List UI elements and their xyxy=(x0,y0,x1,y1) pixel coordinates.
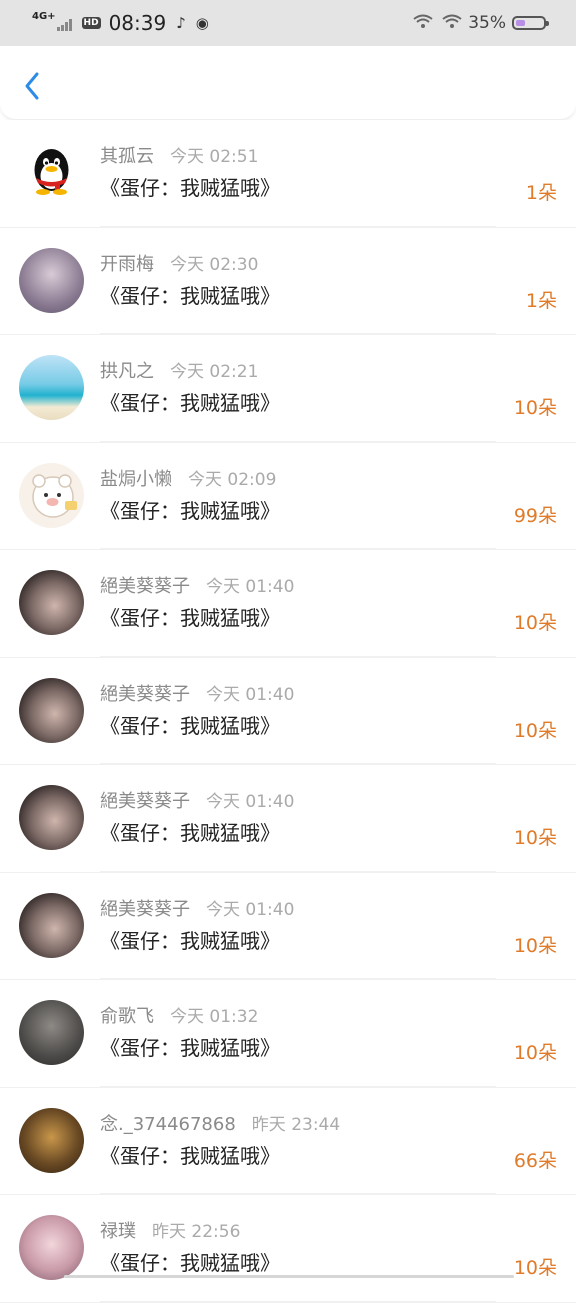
user-name: 絕美葵葵子 xyxy=(100,791,190,812)
status-right: 35% xyxy=(404,13,549,33)
user-name: 其孤云 xyxy=(100,146,154,167)
battery-icon xyxy=(512,16,549,30)
item-meta: 絕美葵葵子 今天 01:40 xyxy=(100,572,294,598)
chevron-left-icon xyxy=(25,72,39,100)
timestamp: 今天 01:40 xyxy=(206,899,295,920)
weibo-icon: ◉ xyxy=(195,14,209,32)
timestamp: 昨天 22:56 xyxy=(152,1222,241,1242)
avatar[interactable] xyxy=(19,140,84,205)
timestamp: 今天 01:40 xyxy=(206,792,295,812)
item-title: 《蛋仔：我贼猛哦》 xyxy=(100,498,280,523)
avatar[interactable] xyxy=(19,1215,84,1280)
item-title: 《蛋仔：我贼猛哦》 xyxy=(100,1036,280,1060)
gift-amount: 99朵 xyxy=(513,504,557,527)
list-item[interactable]: 絕美葵葵子 今天 01:40 《蛋仔：我贼猛哦》 10朵 xyxy=(0,657,576,765)
status-bar: 4G+ HD 08:39 ♪ ◉ 35% xyxy=(0,0,576,46)
nav-bar xyxy=(0,46,576,120)
status-left: 4G+ HD 08:39 ♪ ◉ xyxy=(32,11,209,35)
item-meta: 絕美葵葵子 今天 01:40 xyxy=(100,787,294,813)
timestamp: 今天 02:51 xyxy=(170,147,259,167)
item-meta: 其孤云 今天 02:51 xyxy=(100,142,258,168)
list-item[interactable]: 其孤云 今天 02:51 《蛋仔：我贼猛哦》 1朵 xyxy=(0,120,576,228)
timestamp: 今天 01:40 xyxy=(206,684,295,705)
gift-amount: 66朵 xyxy=(513,1149,557,1172)
avatar[interactable] xyxy=(19,785,84,850)
user-name: 念._374467868 xyxy=(100,1113,236,1135)
avatar[interactable] xyxy=(19,1000,84,1065)
gift-amount: 10朵 xyxy=(513,612,557,634)
item-title: 《蛋仔：我贼猛哦》 xyxy=(100,176,280,200)
user-name: 絕美葵葵子 xyxy=(100,898,190,920)
item-meta: 盐焗小懒 今天 02:09 xyxy=(100,465,276,491)
network-type: 4G+ xyxy=(32,11,56,22)
gift-amount: 10朵 xyxy=(513,719,557,742)
item-meta: 絕美葵葵子 今天 01:40 xyxy=(100,895,294,921)
timestamp: 今天 02:21 xyxy=(170,362,259,382)
tiktok-icon: ♪ xyxy=(176,14,186,32)
item-meta: 俞歌飞 今天 01:32 xyxy=(100,1002,258,1028)
gift-amount: 10朵 xyxy=(513,1042,557,1064)
user-name: 拱凡之 xyxy=(100,361,154,382)
item-title: 《蛋仔：我贼猛哦》 xyxy=(100,283,280,308)
gift-amount: 1朵 xyxy=(525,182,557,204)
hd-badge: HD xyxy=(81,17,101,29)
timestamp: 今天 02:09 xyxy=(188,469,277,490)
list-item[interactable]: 盐焗小懒 今天 02:09 《蛋仔：我贼猛哦》 99朵 xyxy=(0,442,576,550)
signal-icon xyxy=(56,19,72,31)
list-item[interactable]: 拱凡之 今天 02:21 《蛋仔：我贼猛哦》 10朵 xyxy=(0,335,576,443)
user-name: 禄璞 xyxy=(100,1221,136,1242)
user-name: 俞歌飞 xyxy=(100,1006,154,1027)
item-title: 《蛋仔：我贼猛哦》 xyxy=(100,821,280,845)
avatar[interactable] xyxy=(19,462,84,528)
gift-amount: 10朵 xyxy=(513,397,557,419)
user-name: 盐焗小懒 xyxy=(100,468,172,490)
gift-amount: 10朵 xyxy=(513,827,557,849)
item-meta: 絕美葵葵子 今天 01:40 xyxy=(100,680,294,706)
avatar[interactable] xyxy=(19,355,84,420)
avatar[interactable] xyxy=(19,892,84,958)
list-item[interactable]: 开雨梅 今天 02:30 《蛋仔：我贼猛哦》 1朵 xyxy=(0,227,576,335)
gift-amount: 1朵 xyxy=(525,289,557,312)
item-title: 《蛋仔：我贼猛哦》 xyxy=(100,713,280,738)
item-title: 《蛋仔：我贼猛哦》 xyxy=(100,928,280,953)
timestamp: 今天 02:30 xyxy=(170,254,259,275)
timestamp: 昨天 23:44 xyxy=(251,1114,341,1135)
gift-list: 其孤云 今天 02:51 《蛋仔：我贼猛哦》 1朵 开雨梅 今天 02:30 《蛋仔：我贼猛… xyxy=(0,120,576,1303)
battery-percent: 35% xyxy=(468,13,506,33)
user-name: 絕美葵葵子 xyxy=(100,576,190,597)
timestamp: 今天 01:32 xyxy=(170,1007,259,1027)
avatar[interactable] xyxy=(19,677,84,743)
avatar[interactable] xyxy=(19,247,84,313)
list-item[interactable]: 絕美葵葵子 今天 01:40 《蛋仔：我贼猛哦》 10朵 xyxy=(0,872,576,980)
item-meta: 拱凡之 今天 02:21 xyxy=(100,357,258,383)
item-title: 《蛋仔：我贼猛哦》 xyxy=(100,1143,280,1168)
wifi-calling-icon xyxy=(412,13,434,33)
user-name: 絕美葵葵子 xyxy=(100,683,190,705)
avatar[interactable] xyxy=(19,570,84,635)
item-title: 《蛋仔：我贼猛哦》 xyxy=(100,391,280,415)
list-item[interactable]: 絕美葵葵子 今天 01:40 《蛋仔：我贼猛哦》 10朵 xyxy=(0,550,576,658)
item-title: 《蛋仔：我贼猛哦》 xyxy=(100,606,280,630)
list-item[interactable]: 絕美葵葵子 今天 01:40 《蛋仔：我贼猛哦》 10朵 xyxy=(0,765,576,873)
back-button[interactable] xyxy=(16,68,48,104)
item-meta: 念._374467868 昨天 23:44 xyxy=(100,1110,340,1136)
gift-amount: 10朵 xyxy=(513,1257,557,1279)
item-meta: 开雨梅 今天 02:30 xyxy=(100,250,258,276)
gift-amount: 10朵 xyxy=(513,934,557,957)
avatar[interactable] xyxy=(19,1107,84,1173)
list-item[interactable]: 俞歌飞 今天 01:32 《蛋仔：我贼猛哦》 10朵 xyxy=(0,980,576,1088)
list-item[interactable]: 禄璞 昨天 22:56 《蛋仔：我贼猛哦》 10朵 xyxy=(0,1195,576,1303)
item-title: 《蛋仔：我贼猛哦》 xyxy=(100,1251,280,1275)
list-item[interactable]: 念._374467868 昨天 23:44 《蛋仔：我贼猛哦》 66朵 xyxy=(0,1087,576,1195)
user-name: 开雨梅 xyxy=(100,253,154,275)
item-meta: 禄璞 昨天 22:56 xyxy=(100,1217,240,1243)
timestamp: 今天 01:40 xyxy=(206,577,295,597)
home-indicator xyxy=(64,1275,514,1278)
clock: 08:39 xyxy=(108,11,167,35)
wifi-icon xyxy=(442,13,462,33)
